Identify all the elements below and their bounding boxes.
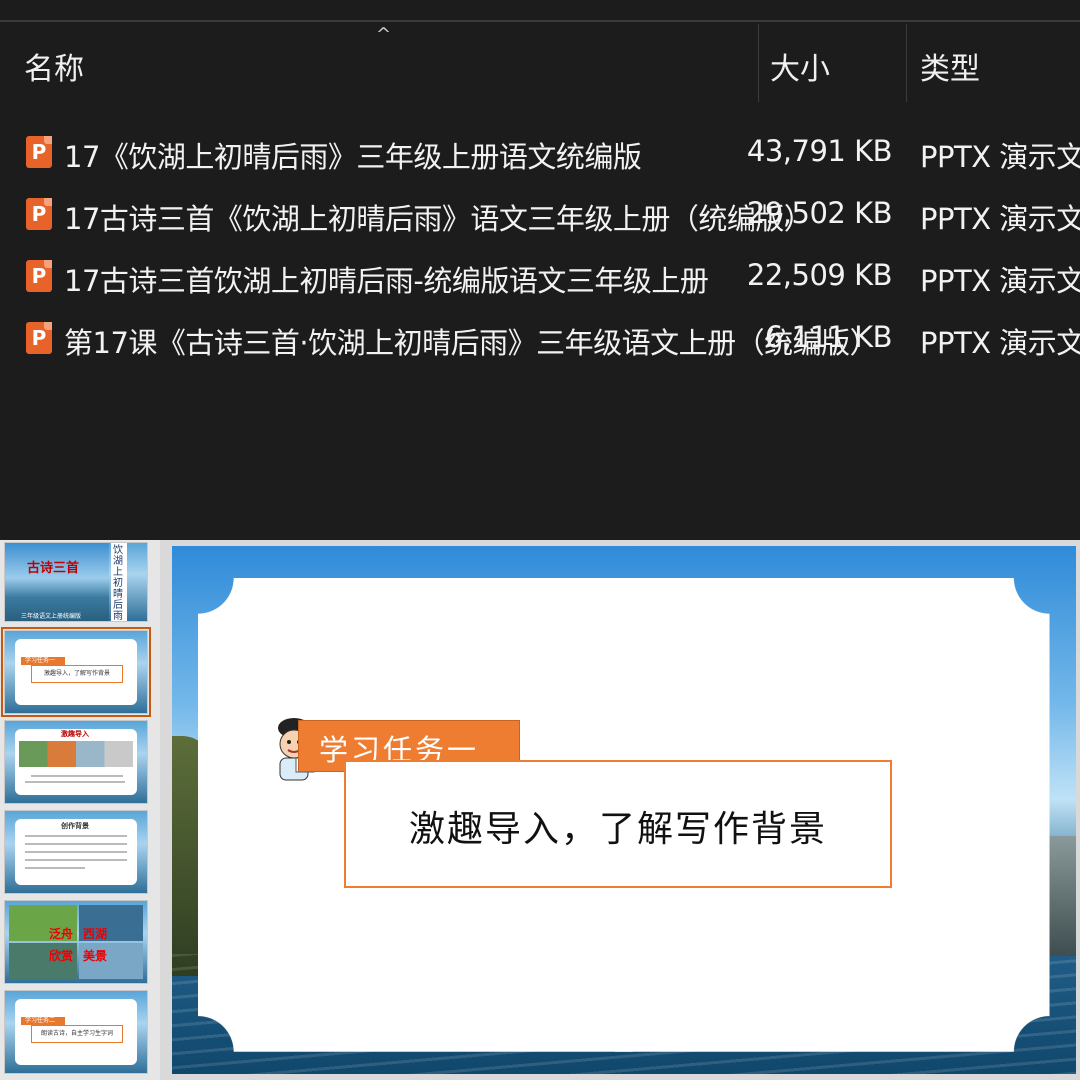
thumbnail-text-line bbox=[25, 843, 127, 845]
thumbnail-label: 美景 bbox=[83, 949, 108, 963]
slide-thumbnail[interactable]: 泛舟 西湖 欣赏 美景 bbox=[4, 900, 148, 984]
slide-thumbnail[interactable]: 激趣导入 bbox=[4, 720, 148, 804]
slide-thumbnail-selected[interactable]: 学习任务一 激趣导入，了解写作背景 bbox=[1, 627, 151, 717]
thumbnail-title: 创作背景 bbox=[61, 822, 89, 830]
powerpoint-file-icon: P bbox=[26, 322, 52, 354]
thumbnail-badge: 学习任务二 bbox=[21, 1017, 65, 1025]
file-explorer: ^ 名称 大小 类型 P 17《饮湖上初晴后雨》三年级上册语文统编版 43,79… bbox=[0, 0, 1080, 540]
column-divider[interactable] bbox=[906, 24, 907, 102]
slide-thumbnail[interactable]: 创作背景 bbox=[4, 810, 148, 894]
file-row[interactable]: P 17古诗三首饮湖上初晴后雨-统编版语文三年级上册 22,509 KB PPT… bbox=[0, 246, 1080, 308]
file-type: PPTX 演示文稿 bbox=[920, 202, 1080, 236]
thumbnail-text-line bbox=[25, 867, 85, 869]
thumbnail-subtitle: 三年级语文上册统编版 bbox=[21, 613, 82, 620]
file-name: 第17课《古诗三首·饮湖上初晴后雨》三年级语文上册（统编版） bbox=[64, 326, 879, 360]
thumbnail-label: 西湖 bbox=[83, 927, 108, 941]
file-type: PPTX 演示文稿 bbox=[920, 326, 1080, 360]
file-name: 17古诗三首饮湖上初晴后雨-统编版语文三年级上册 bbox=[64, 264, 709, 298]
file-name: 17《饮湖上初晴后雨》三年级上册语文统编版 bbox=[64, 140, 642, 174]
thumbnail-text-line bbox=[25, 835, 127, 837]
thumbnail-text-line bbox=[25, 781, 125, 783]
file-row[interactable]: P 第17课《古诗三首·饮湖上初晴后雨》三年级语文上册（统编版） 6,111 K… bbox=[0, 308, 1080, 370]
powerpoint-file-icon: P bbox=[26, 260, 52, 292]
thumbnail-text-line bbox=[25, 859, 127, 861]
thumbnail-image bbox=[5, 543, 109, 621]
task-title: 激趣导入，了解写作背景 bbox=[408, 809, 827, 850]
thumbnail-task-box: 激趣导入，了解写作背景 bbox=[31, 665, 123, 683]
thumbnail-photos bbox=[19, 741, 133, 767]
thumbnail-label: 泛舟 bbox=[49, 927, 74, 941]
file-size: 43,791 KB bbox=[746, 134, 893, 168]
divider bbox=[0, 20, 1080, 22]
file-size: 29,502 KB bbox=[746, 196, 893, 230]
file-row[interactable]: P 17《饮湖上初晴后雨》三年级上册语文统编版 43,791 KB PPTX 演… bbox=[0, 122, 1080, 184]
column-header-type[interactable]: 类型 bbox=[920, 44, 980, 88]
thumbnail-badge: 学习任务一 bbox=[21, 657, 65, 665]
thumbnail-title: 古诗三首 bbox=[27, 561, 80, 576]
thumbnail-title: 激趣导入 bbox=[61, 730, 89, 738]
column-header-size[interactable]: 大小 bbox=[770, 44, 830, 88]
powerpoint-file-icon: P bbox=[26, 198, 52, 230]
file-size: 22,509 KB bbox=[746, 258, 893, 292]
thumbnail-side-title: 饮湖上初晴后雨 bbox=[113, 545, 123, 622]
slide-thumbnail[interactable]: 学习任务二 朗读古诗，自主学习生字词 bbox=[4, 990, 148, 1074]
sort-ascending-icon[interactable]: ^ bbox=[376, 24, 391, 45]
thumbnail-label: 欣赏 bbox=[49, 949, 74, 963]
presentation-preview: 古诗三首 饮湖上初晴后雨 三年级语文上册统编版 学习任务一 激趣导入，了解写作背… bbox=[0, 540, 1080, 1080]
slide-thumbnail-pane[interactable]: 古诗三首 饮湖上初晴后雨 三年级语文上册统编版 学习任务一 激趣导入，了解写作背… bbox=[0, 540, 160, 1080]
thumbnail-task-box: 朗读古诗，自主学习生字词 bbox=[31, 1025, 123, 1043]
powerpoint-file-icon: P bbox=[26, 136, 52, 168]
thumbnail-text-line bbox=[25, 851, 127, 853]
column-header-name[interactable]: 名称 bbox=[24, 44, 84, 88]
slide-thumbnail[interactable]: 古诗三首 饮湖上初晴后雨 三年级语文上册统编版 bbox=[4, 542, 148, 622]
file-name: 17古诗三首《饮湖上初晴后雨》语文三年级上册（统编版） bbox=[64, 202, 813, 236]
file-size: 6,111 KB bbox=[764, 320, 893, 354]
slide-canvas[interactable]: 学习任务一 激趣导入，了解写作背景 bbox=[172, 546, 1076, 1074]
thumbnail-text-line bbox=[31, 775, 123, 777]
task-box: 激趣导入，了解写作背景 bbox=[344, 760, 892, 888]
file-row[interactable]: P 17古诗三首《饮湖上初晴后雨》语文三年级上册（统编版） 29,502 KB … bbox=[0, 184, 1080, 246]
column-divider[interactable] bbox=[758, 24, 759, 102]
file-type: PPTX 演示文稿 bbox=[920, 264, 1080, 298]
file-type: PPTX 演示文稿 bbox=[920, 140, 1080, 174]
